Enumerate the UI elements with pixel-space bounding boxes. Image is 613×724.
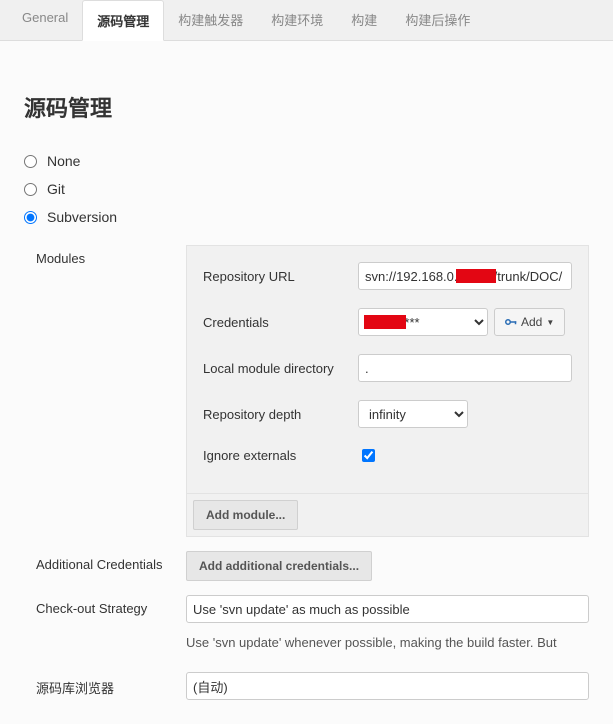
local-dir-label: Local module directory xyxy=(203,361,358,376)
repo-url-label: Repository URL xyxy=(203,269,358,284)
tab-build[interactable]: 构建 xyxy=(337,0,391,40)
config-tabs: General 源码管理 构建触发器 构建环境 构建 构建后操作 xyxy=(0,0,613,41)
scm-none-label: None xyxy=(47,153,80,169)
scm-svn-label: Subversion xyxy=(47,209,117,225)
credentials-label: Credentials xyxy=(203,315,358,330)
ignore-externals-checkbox[interactable] xyxy=(362,449,375,462)
checkout-strategy-help: Use 'svn update' whenever possible, maki… xyxy=(186,635,589,650)
scm-git-row[interactable]: Git xyxy=(24,181,589,197)
add-credentials-label: Add xyxy=(521,315,542,329)
key-icon xyxy=(505,318,517,326)
modules-label: Modules xyxy=(36,245,186,266)
depth-select[interactable]: infinity xyxy=(358,400,468,428)
scm-none-row[interactable]: None xyxy=(24,153,589,169)
repo-browser-label: 源码库浏览器 xyxy=(36,672,186,697)
local-dir-input[interactable] xyxy=(358,354,572,382)
tab-postbuild[interactable]: 构建后操作 xyxy=(391,0,484,40)
scm-svn-radio[interactable] xyxy=(24,211,37,224)
repo-browser-input[interactable] xyxy=(186,672,589,700)
scm-git-radio[interactable] xyxy=(24,183,37,196)
tab-env[interactable]: 构建环境 xyxy=(257,0,337,40)
module-box: Repository URL Credentials kui/****** xyxy=(186,245,589,494)
tab-triggers[interactable]: 构建触发器 xyxy=(164,0,257,40)
section-title: 源码管理 xyxy=(24,91,589,123)
scm-svn-row[interactable]: Subversion xyxy=(24,209,589,225)
depth-label: Repository depth xyxy=(203,407,358,422)
add-additional-credentials-button[interactable]: Add additional credentials... xyxy=(186,551,372,581)
tab-general[interactable]: General xyxy=(8,0,82,40)
add-module-button[interactable]: Add module... xyxy=(193,500,298,530)
add-credentials-button[interactable]: Add ▼ xyxy=(494,308,565,336)
checkout-strategy-label: Check-out Strategy xyxy=(36,595,186,616)
tab-scm[interactable]: 源码管理 xyxy=(82,0,164,41)
dropdown-caret-icon: ▼ xyxy=(546,318,554,327)
redaction-mark xyxy=(456,269,496,283)
scm-git-label: Git xyxy=(47,181,65,197)
scm-none-radio[interactable] xyxy=(24,155,37,168)
ignore-externals-label: Ignore externals xyxy=(203,448,358,463)
redaction-mark xyxy=(364,315,406,329)
additional-credentials-label: Additional Credentials xyxy=(36,551,186,572)
checkout-strategy-input[interactable] xyxy=(186,595,589,623)
scm-radio-group: None Git Subversion xyxy=(24,153,589,225)
